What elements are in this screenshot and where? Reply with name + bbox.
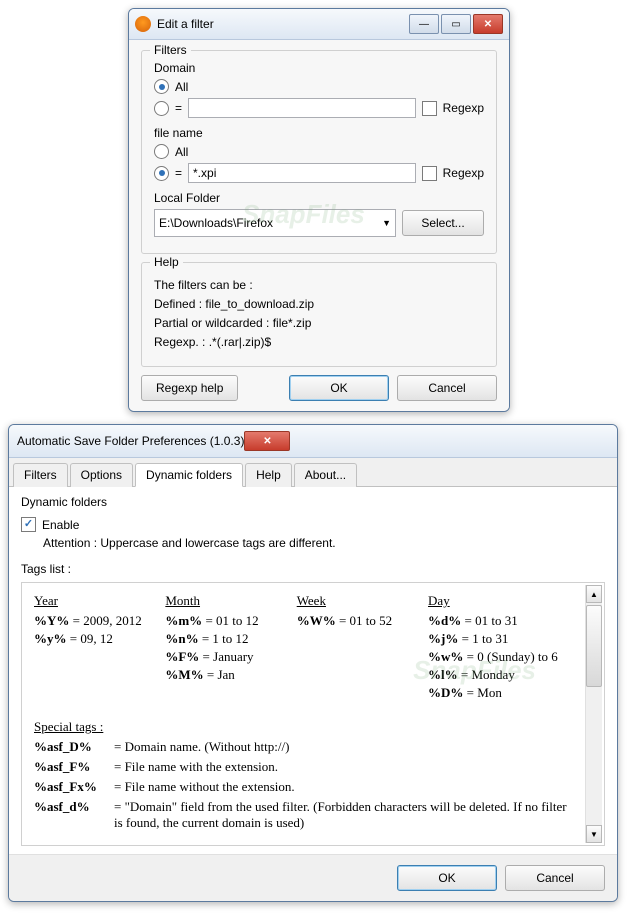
window-title: Automatic Save Folder Preferences (1.0.3… (17, 434, 244, 448)
close-button[interactable]: ✕ (473, 14, 503, 34)
help-legend: Help (150, 255, 183, 269)
tag-line: %W% = 01 to 52 (297, 613, 412, 629)
ok-button[interactable]: OK (397, 865, 497, 891)
special-tag-row: %asf_D% = Domain name. (Without http://) (34, 739, 578, 755)
tag-line: %D% = Mon (428, 685, 578, 701)
enable-label: Enable (42, 518, 79, 532)
cancel-button[interactable]: Cancel (397, 375, 497, 401)
tab-dynamic-folders[interactable]: Dynamic folders (135, 463, 243, 487)
domain-all-label: All (175, 80, 188, 94)
tag-line: %l% = Monday (428, 667, 578, 683)
firefox-icon (135, 16, 151, 32)
special-tags-head: Special tags : (34, 719, 578, 735)
domain-regexp-checkbox[interactable] (422, 101, 437, 116)
tag-line: %F% = January (165, 649, 280, 665)
filters-legend: Filters (150, 43, 191, 57)
cancel-button[interactable]: Cancel (505, 865, 605, 891)
titlebar[interactable]: Automatic Save Folder Preferences (1.0.3… (9, 425, 617, 458)
domain-value-input[interactable] (188, 98, 416, 118)
domain-all-radio[interactable] (154, 79, 169, 94)
tab-filters[interactable]: Filters (13, 463, 68, 487)
enable-checkbox[interactable] (21, 517, 36, 532)
close-button[interactable]: ✕ (244, 431, 290, 451)
tab-help[interactable]: Help (245, 463, 292, 487)
tags-list-label: Tags list : (21, 562, 605, 576)
tag-line: %m% = 01 to 12 (165, 613, 280, 629)
tags-scroll-area: SnapFiles Year %Y% = 2009, 2012 %y% = 09… (21, 582, 605, 846)
week-head: Week (297, 593, 412, 609)
tag-line: %j% = 1 to 31 (428, 631, 578, 647)
month-head: Month (165, 593, 280, 609)
filters-groupbox: Filters Domain All = Regexp file name Al… (141, 50, 497, 254)
filename-eq-label: = (175, 166, 182, 180)
regexp-help-button[interactable]: Regexp help (141, 375, 238, 401)
scroll-up-button[interactable]: ▲ (586, 585, 602, 603)
edit-filter-window: Edit a filter — ▭ ✕ Filters Domain All =… (128, 8, 510, 412)
filename-eq-radio[interactable] (154, 166, 169, 181)
week-column: Week %W% = 01 to 52 (297, 593, 412, 703)
help-line: Regexp. : .*(.rar|.zip)$ (154, 335, 484, 349)
tab-options[interactable]: Options (70, 463, 133, 487)
day-head: Day (428, 593, 578, 609)
day-column: Day %d% = 01 to 31 %j% = 1 to 31 %w% = 0… (428, 593, 578, 703)
tab-bar: Filters Options Dynamic folders Help Abo… (9, 458, 617, 487)
filename-regexp-label: Regexp (443, 166, 484, 180)
panel-title: Dynamic folders (21, 495, 605, 509)
titlebar[interactable]: Edit a filter — ▭ ✕ (129, 9, 509, 40)
help-line: The filters can be : (154, 278, 484, 292)
domain-regexp-label: Regexp (443, 101, 484, 115)
tag-line: %w% = 0 (Sunday) to 6 (428, 649, 578, 665)
year-column: Year %Y% = 2009, 2012 %y% = 09, 12 (34, 593, 149, 703)
scroll-down-button[interactable]: ▼ (586, 825, 602, 843)
local-folder-select[interactable]: E:\Downloads\Firefox ▼ (154, 209, 396, 237)
tab-about[interactable]: About... (294, 463, 357, 487)
footer-buttons: OK Cancel (9, 854, 617, 901)
special-tags-section: Special tags : %asf_D% = Domain name. (W… (34, 719, 596, 831)
domain-eq-radio[interactable] (154, 101, 169, 116)
filename-regexp-checkbox[interactable] (422, 166, 437, 181)
local-folder-label: Local Folder (154, 191, 484, 205)
tag-line: %d% = 01 to 31 (428, 613, 578, 629)
attention-text: Attention : Uppercase and lowercase tags… (43, 536, 605, 550)
window-title: Edit a filter (157, 17, 409, 31)
preferences-window: Automatic Save Folder Preferences (1.0.3… (8, 424, 618, 902)
filename-all-radio[interactable] (154, 144, 169, 159)
tag-line: %n% = 1 to 12 (165, 631, 280, 647)
ok-button[interactable]: OK (289, 375, 389, 401)
tag-line: %y% = 09, 12 (34, 631, 149, 647)
chevron-down-icon: ▼ (382, 218, 391, 228)
domain-eq-label: = (175, 101, 182, 115)
special-tag-row: %asf_d% = "Domain" field from the used f… (34, 799, 578, 831)
help-groupbox: Help The filters can be : Defined : file… (141, 262, 497, 367)
minimize-button[interactable]: — (409, 14, 439, 34)
tag-line: %M% = Jan (165, 667, 280, 683)
filename-label: file name (154, 126, 484, 140)
filename-all-label: All (175, 145, 188, 159)
special-tag-row: %asf_F% = File name with the extension. (34, 759, 578, 775)
filename-value-input[interactable] (188, 163, 416, 183)
special-tag-row: %asf_Fx% = File name without the extensi… (34, 779, 578, 795)
maximize-button[interactable]: ▭ (441, 14, 471, 34)
scrollbar[interactable]: ▲ ▼ (585, 585, 602, 843)
year-head: Year (34, 593, 149, 609)
month-column: Month %m% = 01 to 12 %n% = 1 to 12 %F% =… (165, 593, 280, 703)
scroll-thumb[interactable] (586, 605, 602, 687)
tag-line: %Y% = 2009, 2012 (34, 613, 149, 629)
select-folder-button[interactable]: Select... (402, 210, 484, 236)
help-line: Partial or wildcarded : file*.zip (154, 316, 484, 330)
dynamic-folders-panel: Dynamic folders Enable Attention : Upper… (9, 487, 617, 854)
domain-label: Domain (154, 61, 484, 75)
local-folder-value: E:\Downloads\Firefox (159, 216, 273, 230)
help-line: Defined : file_to_download.zip (154, 297, 484, 311)
